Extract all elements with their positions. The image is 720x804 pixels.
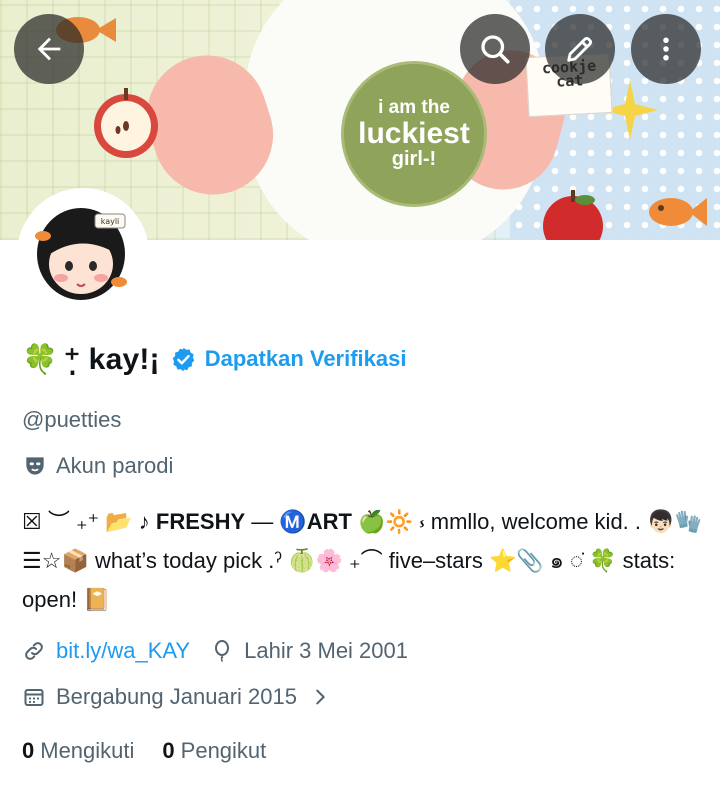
avatar-illustration: kayli xyxy=(21,192,145,316)
calendar-icon xyxy=(24,689,44,706)
name-row: 🍀 ⁺̣ kay!¡ Dapatkan Verifikasi xyxy=(22,337,407,381)
display-name: ⁺̣ kay!¡ xyxy=(64,342,160,376)
arrow-left-icon xyxy=(37,37,61,61)
birth-date: Lahir 3 Mei 2001 xyxy=(244,638,408,663)
parody-text: Akun parodi xyxy=(56,453,174,478)
avatar-tag: kayli xyxy=(101,217,120,226)
followers-stat[interactable]: 0 Pengikut xyxy=(162,738,266,764)
get-verified-link[interactable]: Dapatkan Verifikasi xyxy=(205,346,407,372)
bio-seg1: ☒ ︶ ₊⁺ 📂 ♪ xyxy=(22,509,156,534)
parody-mask-icon xyxy=(26,457,44,475)
follow-counts: 0 Mengikuti 0 Pengikut xyxy=(22,738,266,764)
search-button[interactable] xyxy=(460,14,530,84)
profile-handle: @puetties xyxy=(22,407,122,432)
balloon-icon xyxy=(215,640,230,663)
parody-label: Akun parodi xyxy=(22,453,173,479)
meta-row-1: bit.ly/wa_KAY Lahir 3 Mei 2001 xyxy=(22,638,408,664)
pencil-icon xyxy=(567,36,593,62)
edit-profile-button[interactable] xyxy=(545,14,615,84)
fish-cracker-icon xyxy=(649,198,707,226)
more-vertical-icon xyxy=(663,37,669,61)
search-icon xyxy=(481,35,510,64)
verified-badge-icon xyxy=(172,347,195,371)
following-label: Mengikuti xyxy=(40,738,135,763)
badge-line3: girl-! xyxy=(391,148,437,171)
chevron-right-icon xyxy=(316,689,325,705)
back-button[interactable] xyxy=(14,14,84,84)
avatar: kayli xyxy=(21,192,145,316)
link-icon xyxy=(25,642,43,660)
bio-seg2: — Ⓜ️ xyxy=(245,509,307,534)
bio-brand1: FRESHY xyxy=(155,509,246,534)
apple-slice-icon xyxy=(94,88,158,158)
badge-line1: i am the xyxy=(378,96,450,118)
profile-bio: ☒ ︶ ₊⁺ 📂 ♪ FRESHY — Ⓜ️ART 🍏🔆 ⳽ mmllo, we… xyxy=(22,502,702,619)
apple-icon xyxy=(543,190,603,240)
following-count: 0 xyxy=(22,738,35,763)
more-button[interactable] xyxy=(631,14,701,84)
followers-count: 0 xyxy=(162,738,175,763)
avatar-frame[interactable]: kayli xyxy=(17,188,149,320)
lucky-badge: i am the luckiest girl-! xyxy=(341,61,487,207)
clover-emoji: 🍀 xyxy=(22,341,59,376)
badge-line2: luckiest xyxy=(358,116,470,150)
bio-brand2: ART xyxy=(306,509,352,534)
profile-link[interactable]: bit.ly/wa_KAY xyxy=(56,638,190,664)
following-stat[interactable]: 0 Mengikuti xyxy=(22,738,134,764)
meta-row-2[interactable]: Bergabung Januari 2015 xyxy=(22,684,331,710)
followers-label: Pengikut xyxy=(180,738,267,763)
joined-date: Bergabung Januari 2015 xyxy=(56,684,297,709)
